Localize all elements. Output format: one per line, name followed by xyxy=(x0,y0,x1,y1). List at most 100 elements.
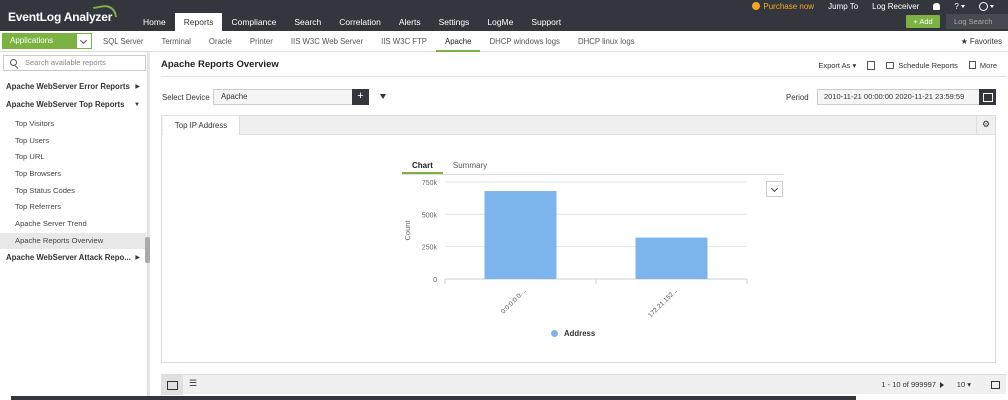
gear-icon[interactable] xyxy=(976,116,995,135)
chevron-down-icon[interactable] xyxy=(76,33,92,49)
report-search-input[interactable]: Search available reports xyxy=(3,55,146,71)
caret-down-icon xyxy=(961,4,965,8)
x-tick-label: 0:0:0:0:0:... xyxy=(500,287,528,315)
sidebar-group-error-reports[interactable]: Apache WebServer Error Reports ▶ xyxy=(0,78,146,96)
chart-tabs: Chart Summary xyxy=(402,158,497,174)
tab-iis-w3c-web-server[interactable]: IIS W3C Web Server xyxy=(282,31,372,52)
jump-to-link[interactable]: Jump To xyxy=(828,2,858,11)
tab-summary[interactable]: Summary xyxy=(443,158,497,174)
sidebar-item-top-status-codes[interactable]: Top Status Codes xyxy=(0,183,146,199)
schedule-reports-button[interactable]: Schedule Reports xyxy=(886,61,958,70)
tab-apache[interactable]: Apache xyxy=(436,31,481,52)
sidebar-group-attack-reports[interactable]: Apache WebServer Attack Repo... ▶ xyxy=(0,249,146,267)
report-tools: Export As ▾ Schedule Reports More xyxy=(818,58,1008,72)
nav-settings[interactable]: Settings xyxy=(430,13,479,31)
nav-logme[interactable]: LogMe xyxy=(478,13,522,31)
nav-compliance[interactable]: Compliance xyxy=(222,13,285,31)
more-label: More xyxy=(979,60,997,70)
top-bar: EventLog Analyzer Home Reports Complianc… xyxy=(0,0,1008,31)
log-receiver-link[interactable]: Log Receiver xyxy=(872,2,919,11)
nav-support[interactable]: Support xyxy=(522,13,570,31)
grid-view-button[interactable] xyxy=(161,375,183,395)
more-button[interactable]: More xyxy=(968,60,997,70)
bar xyxy=(484,191,557,279)
log-search-input[interactable]: Log Search xyxy=(946,14,1008,29)
tab-dhcp-linux-logs[interactable]: DHCP linux logs xyxy=(569,31,644,52)
sidebar-item-top-referrers[interactable]: Top Referrers xyxy=(0,199,146,215)
pager-info: 1 - 10 of 999997 xyxy=(881,380,936,389)
chevron-right-icon: ▶ xyxy=(135,84,140,90)
bar xyxy=(635,237,708,279)
sidebar-item-apache-reports-overview[interactable]: Apache Reports Overview xyxy=(0,233,146,249)
tab-oracle[interactable]: Oracle xyxy=(200,31,241,52)
user-menu[interactable] xyxy=(979,1,994,11)
user-icon xyxy=(979,1,988,11)
add-button[interactable]: + Add xyxy=(906,15,940,28)
tab-chart[interactable]: Chart xyxy=(402,158,443,174)
period-label: Period xyxy=(786,93,809,102)
chart-menu-button[interactable] xyxy=(766,181,783,197)
top-right-links: Purchase now Jump To Log Receiver ? xyxy=(752,0,1008,12)
per-page-select[interactable]: 10 ▾ xyxy=(957,375,971,395)
tab-terminal[interactable]: Terminal xyxy=(152,31,199,52)
help-button[interactable]: ? xyxy=(954,2,965,11)
bar-chart: 0 250k 500k 750k Count 0:0:0:0:0:... 172.21.15… xyxy=(403,180,748,319)
subnav-tabs: SQL Server Terminal Oracle Printer IIS W… xyxy=(94,31,644,52)
report-search-placeholder: Search available reports xyxy=(25,58,106,67)
schedule-icon xyxy=(886,61,895,69)
coin-icon xyxy=(752,2,761,10)
legend-dot-address xyxy=(551,330,558,337)
tab-dhcp-windows-logs[interactable]: DHCP windows logs xyxy=(480,31,569,52)
sidebar-group-label: Apache WebServer Attack Repo... xyxy=(6,253,131,262)
calendar-icon[interactable] xyxy=(979,89,996,105)
sidebar-item-apache-server-trend[interactable]: Apache Server Trend xyxy=(0,216,146,232)
sidebar-group-label: Apache WebServer Error Reports xyxy=(6,82,130,91)
tab-printer[interactable]: Printer xyxy=(241,31,282,52)
nav-search[interactable]: Search xyxy=(285,13,330,31)
column-settings-icon[interactable] xyxy=(991,381,1000,389)
more-icon xyxy=(968,61,976,69)
sidebar-item-top-browsers[interactable]: Top Browsers xyxy=(0,166,146,182)
main-content: Apache Reports Overview Export As ▾ Sche… xyxy=(150,52,1008,400)
report-card: Top IP Address Chart Summary 0 250k 500k 75… xyxy=(161,115,996,363)
schedule-label: Schedule Reports xyxy=(898,60,958,70)
y-tick-label: 500k xyxy=(422,212,438,219)
x-tick-label: 172.21.152... xyxy=(647,287,679,319)
list-view-button[interactable] xyxy=(183,375,205,395)
sidebar-group-top-reports[interactable]: Apache WebServer Top Reports ▼ xyxy=(0,96,146,114)
applications-label: Applications xyxy=(10,36,54,45)
sidebar: Search available reports Apache WebServe… xyxy=(0,52,148,400)
chart-legend[interactable]: Address xyxy=(551,329,595,338)
caret-down-icon xyxy=(990,4,994,8)
purchase-link[interactable]: Purchase now xyxy=(752,2,814,11)
y-tick-label: 0 xyxy=(433,277,437,284)
filter-icon[interactable] xyxy=(380,94,386,99)
help-icon: ? xyxy=(954,1,959,11)
nav-home[interactable]: Home xyxy=(134,13,175,31)
sidebar-item-top-url[interactable]: Top URL xyxy=(0,149,146,165)
sidebar-item-top-users[interactable]: Top Users xyxy=(0,133,146,149)
device-input[interactable]: Apache xyxy=(213,89,353,105)
nav-alerts[interactable]: Alerts xyxy=(390,13,430,31)
logo-swoosh-icon xyxy=(92,3,118,21)
card-header: Top IP Address xyxy=(162,116,995,135)
period-input[interactable]: 2010-11-21 00:00:00 2020-11-21 23:59:59 xyxy=(817,89,980,105)
legend-label: Address xyxy=(564,329,596,338)
tab-top-ip-address[interactable]: Top IP Address xyxy=(163,116,240,135)
search-icon xyxy=(10,59,17,66)
export-as-button[interactable]: Export As ▾ xyxy=(818,61,856,70)
nav-reports[interactable]: Reports xyxy=(174,13,223,31)
favorites-link[interactable]: ★ Favorites xyxy=(961,31,1002,52)
sidebar-item-top-visitors[interactable]: Top Visitors xyxy=(0,116,146,132)
pdf-button[interactable] xyxy=(867,60,876,70)
y-tick-label: 250k xyxy=(422,245,438,252)
page-title: Apache Reports Overview xyxy=(161,59,279,70)
tab-iis-w3c-ftp[interactable]: IIS W3C FTP xyxy=(372,31,436,52)
nav-correlation[interactable]: Correlation xyxy=(330,13,390,31)
add-device-button[interactable]: + xyxy=(352,89,369,105)
bell-icon xyxy=(933,2,941,10)
notification-button[interactable] xyxy=(933,2,941,10)
tab-sql-server[interactable]: SQL Server xyxy=(94,31,152,52)
next-page-icon[interactable] xyxy=(940,382,944,388)
applications-dropdown[interactable]: Applications xyxy=(2,33,92,49)
